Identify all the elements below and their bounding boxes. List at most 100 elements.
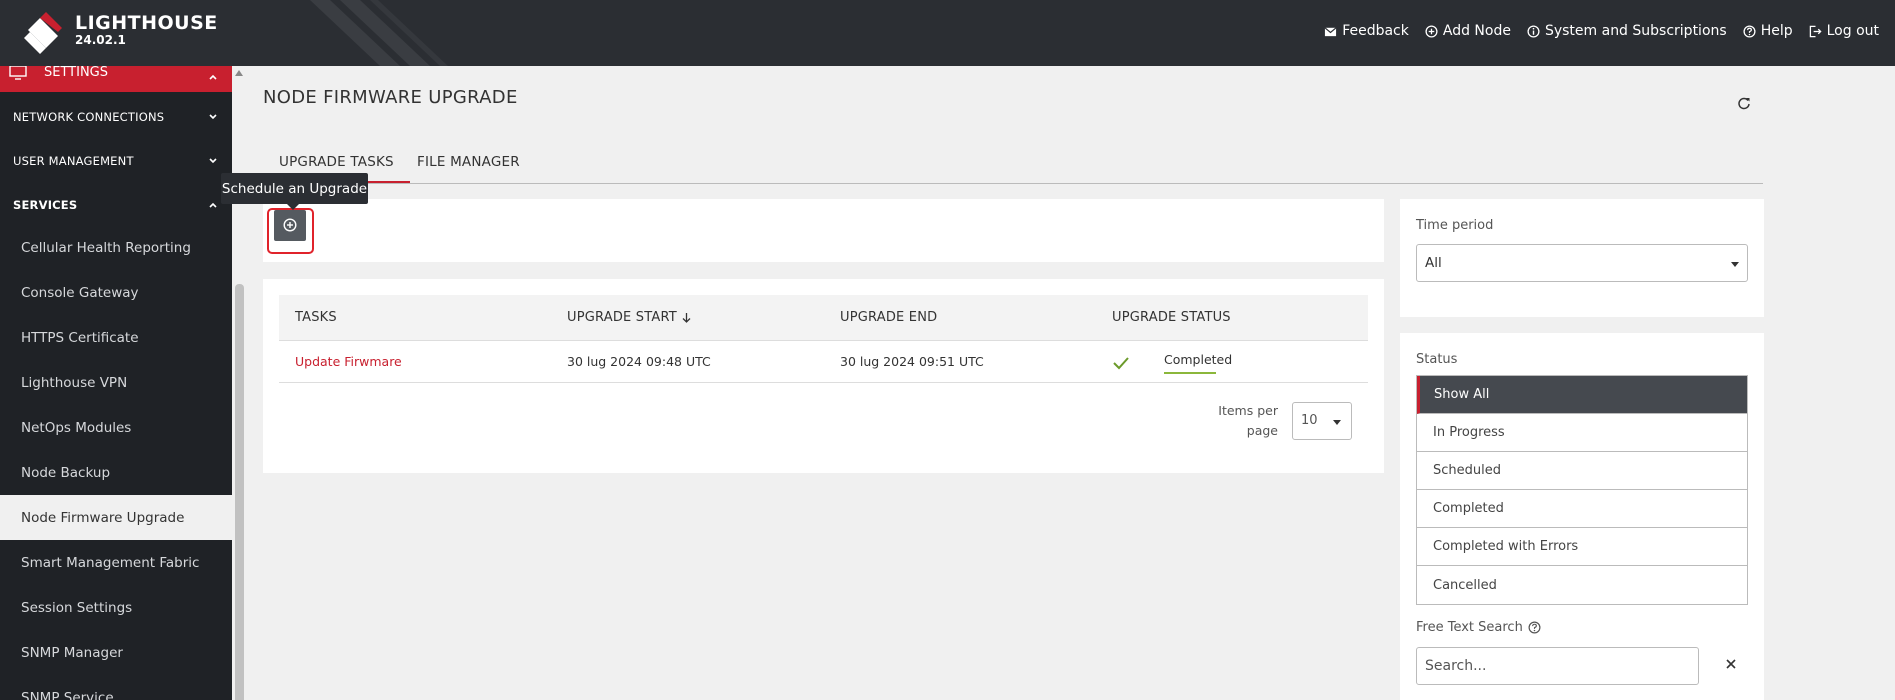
sidebar-item-lighthouse-vpn[interactable]: Lighthouse VPN [0, 360, 232, 405]
system-subscriptions-label: System and Subscriptions [1544, 23, 1727, 39]
tasks-table-panel: TASKS UPGRADE START UPGRADE END UPGRADE … [263, 279, 1384, 473]
free-text-search-input[interactable] [1416, 647, 1699, 685]
sidebar-item-session-settings[interactable]: Session Settings [0, 585, 232, 630]
sidebar-item-snmp-manager[interactable]: SNMP Manager [0, 630, 232, 675]
tab-bar: UPGRADE TASKS FILE MANAGER [263, 150, 1763, 184]
feedback-label: Feedback [1342, 23, 1409, 39]
toolbar-panel [263, 199, 1384, 262]
schedule-upgrade-tooltip: Schedule an Upgrade [221, 173, 368, 210]
section-label: USER MANAGEMENT [13, 154, 134, 168]
chevron-down-icon [209, 158, 217, 164]
sidebar-settings-header[interactable]: SETTINGS [0, 66, 232, 92]
time-period-panel: Time period All [1400, 199, 1764, 317]
add-node-link[interactable]: Add Node [1425, 23, 1511, 39]
refresh-icon[interactable] [1737, 96, 1751, 110]
header-decoration [310, 0, 448, 66]
top-header: LIGHTHOUSE 24.02.1 Feedback Add Node Sys… [0, 0, 1895, 66]
plus-circle-icon [283, 218, 297, 232]
status-option-completed-with-errors[interactable]: Completed with Errors [1417, 528, 1747, 566]
col-label: UPGRADE STATUS [1112, 310, 1231, 325]
logout-icon [1809, 25, 1822, 37]
feedback-link[interactable]: Feedback [1324, 23, 1409, 39]
items-per-page-label-line1: Items per [1218, 403, 1278, 418]
scrollbar-thumb[interactable] [235, 284, 244, 700]
col-label: UPGRADE START [567, 310, 677, 325]
status-option-show-all[interactable]: Show All [1417, 376, 1747, 414]
help-icon[interactable] [1528, 621, 1541, 634]
sidebar-item-node-firmware-upgrade[interactable]: Node Firmware Upgrade [0, 495, 232, 540]
add-node-label: Add Node [1442, 23, 1511, 39]
time-period-label: Time period [1416, 218, 1494, 233]
chevron-down-icon [209, 114, 217, 120]
sidebar-item-netops-modules[interactable]: NetOps Modules [0, 405, 232, 450]
status-text: Completed [1164, 352, 1233, 367]
header-nav: Feedback Add Node System and Subscriptio… [1324, 0, 1879, 62]
col-tasks[interactable]: TASKS [295, 310, 337, 325]
upgrade-start-cell: 30 lug 2024 09:48 UTC [567, 354, 711, 369]
page-title: NODE FIRMWARE UPGRADE [263, 87, 518, 108]
status-options: Show All In Progress Scheduled Completed… [1416, 375, 1748, 605]
time-period-select[interactable]: All [1416, 244, 1748, 282]
scroll-up-icon[interactable] [235, 70, 243, 76]
settings-label: SETTINGS [44, 66, 109, 80]
logout-link[interactable]: Log out [1809, 23, 1879, 39]
status-label: Status [1416, 352, 1458, 367]
sidebar-item-https-certificate[interactable]: HTTPS Certificate [0, 315, 232, 360]
items-per-page-select[interactable]: 10 [1292, 402, 1352, 440]
tab-file-manager[interactable]: FILE MANAGER [417, 154, 520, 183]
search-label-text: Free Text Search [1416, 620, 1523, 635]
brand-version: 24.02.1 [75, 33, 126, 47]
col-upgrade-end[interactable]: UPGRADE END [840, 310, 937, 325]
items-per-page-value: 10 [1301, 413, 1318, 428]
sidebar-scrollbar[interactable] [232, 66, 246, 700]
sidebar-item-cellular-health-reporting[interactable]: Cellular Health Reporting [0, 225, 232, 270]
status-option-scheduled[interactable]: Scheduled [1417, 452, 1747, 490]
brand[interactable]: LIGHTHOUSE 24.02.1 [75, 13, 218, 47]
brand-name: LIGHTHOUSE [75, 12, 218, 34]
sidebar-item-smart-management-fabric[interactable]: Smart Management Fabric [0, 540, 232, 585]
system-subscriptions-link[interactable]: System and Subscriptions [1527, 23, 1727, 39]
chevron-up-icon [209, 202, 217, 208]
logout-label: Log out [1826, 23, 1879, 39]
info-icon [1527, 24, 1540, 38]
sidebar-section-user-management[interactable]: USER MANAGEMENT [0, 139, 232, 183]
help-icon [1743, 24, 1756, 38]
free-text-search-label: Free Text Search [1416, 620, 1541, 635]
upgrade-end-cell: 30 lug 2024 09:51 UTC [840, 354, 984, 369]
sidebar-item-console-gateway[interactable]: Console Gateway [0, 270, 232, 315]
chevron-up-icon [209, 74, 217, 80]
items-per-page-label: Items per page [1213, 401, 1278, 441]
status-option-cancelled[interactable]: Cancelled [1417, 566, 1747, 604]
table-header: TASKS UPGRADE START UPGRADE END UPGRADE … [279, 295, 1368, 341]
caret-down-icon [1731, 262, 1739, 267]
help-label: Help [1760, 23, 1793, 39]
help-link[interactable]: Help [1743, 23, 1793, 39]
col-label: UPGRADE END [840, 310, 938, 325]
col-upgrade-start[interactable]: UPGRADE START [567, 310, 692, 325]
sidebar-section-services[interactable]: SERVICES [0, 183, 232, 227]
table-row: Update Firwmare 30 lug 2024 09:48 UTC 30… [279, 341, 1368, 383]
col-label: TASKS [295, 310, 337, 325]
sidebar-item-snmp-service[interactable]: SNMP Service [0, 675, 232, 700]
section-label: NETWORK CONNECTIONS [13, 110, 165, 124]
status-option-completed[interactable]: Completed [1417, 490, 1747, 528]
task-link[interactable]: Update Firwmare [295, 354, 402, 369]
clear-search-icon[interactable] [1723, 656, 1739, 672]
status-option-in-progress[interactable]: In Progress [1417, 414, 1747, 452]
status-filter-panel: Status Show All In Progress Scheduled Co… [1400, 333, 1764, 700]
caret-down-icon [1333, 420, 1341, 425]
check-icon [1113, 357, 1129, 370]
sidebar: SETTINGS NETWORK CONNECTIONS USER MANAGE… [0, 66, 232, 700]
time-period-value: All [1425, 255, 1442, 271]
items-per-page-label-line2: page [1246, 423, 1278, 438]
monitor-icon [9, 66, 27, 80]
mail-icon [1324, 26, 1337, 36]
status-underline [1164, 372, 1216, 374]
schedule-upgrade-button[interactable] [274, 210, 306, 241]
sort-down-icon [682, 313, 691, 323]
section-label: SERVICES [13, 198, 78, 212]
col-upgrade-status[interactable]: UPGRADE STATUS [1112, 310, 1231, 325]
plus-circle-icon [1425, 24, 1438, 38]
sidebar-section-network-connections[interactable]: NETWORK CONNECTIONS [0, 95, 232, 139]
sidebar-item-node-backup[interactable]: Node Backup [0, 450, 232, 495]
